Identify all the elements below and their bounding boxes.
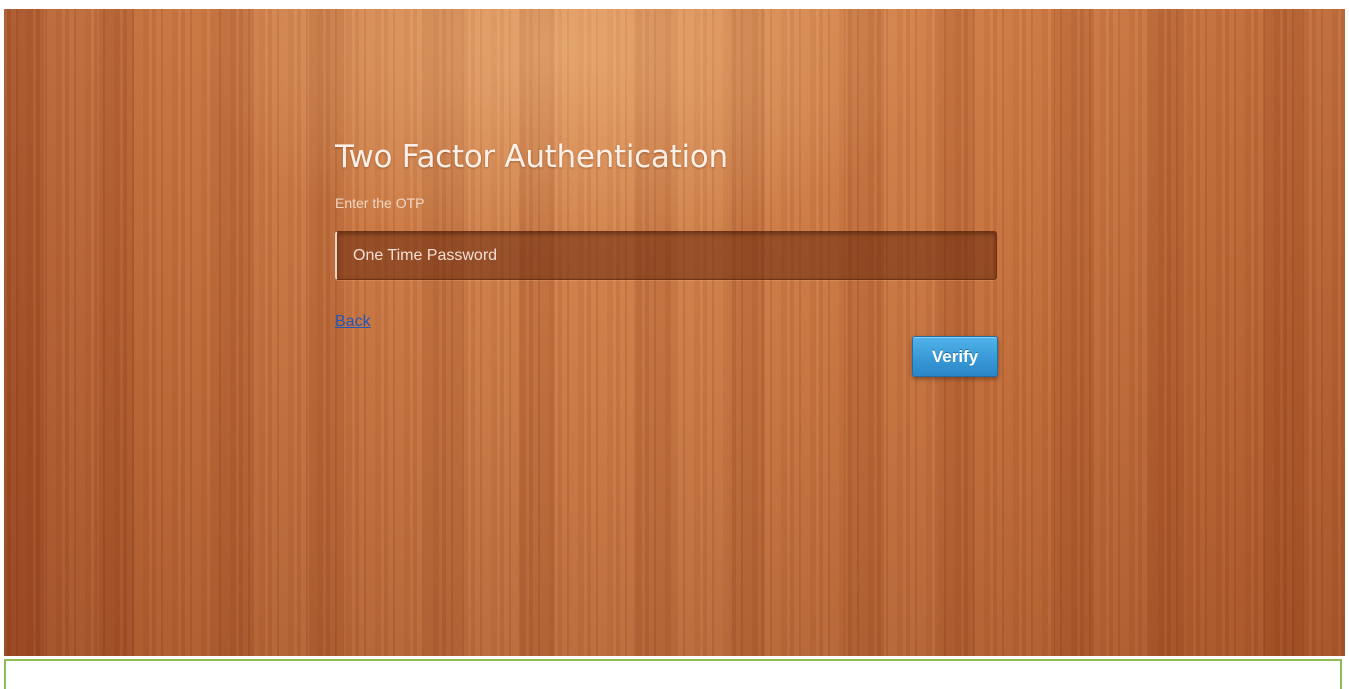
page-title: Two Factor Authentication bbox=[335, 139, 728, 175]
two-factor-panel: Two Factor Authentication Enter the OTP … bbox=[335, 137, 998, 377]
verify-button[interactable]: Verify bbox=[912, 336, 998, 377]
otp-input[interactable] bbox=[335, 231, 997, 280]
wood-background: Two Factor Authentication Enter the OTP … bbox=[4, 9, 1345, 656]
page: Two Factor Authentication Enter the OTP … bbox=[0, 0, 1349, 689]
back-link[interactable]: Back bbox=[335, 313, 371, 331]
page-subtitle: Enter the OTP bbox=[335, 195, 425, 211]
footer-frame bbox=[4, 659, 1342, 689]
